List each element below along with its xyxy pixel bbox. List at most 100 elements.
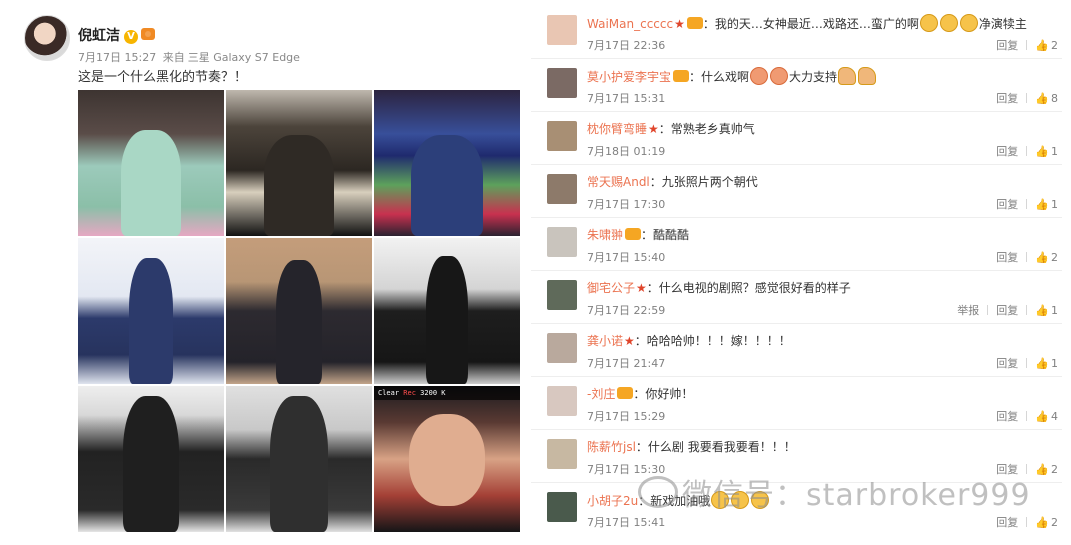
star-icon: ★ <box>624 334 635 348</box>
commenter-name[interactable]: 陈薪竹jsl <box>587 440 636 454</box>
reply-button[interactable]: 回复 <box>996 90 1018 106</box>
comment-text: ：我的天…女神最近…戏路还…蛮广的啊 <box>702 17 919 31</box>
comment-item: 常天赐Andl：九张照片两个朝代 7月17日 17:30 回复 👍 1 <box>531 164 1062 218</box>
comment-item: 龚小诺★：哈哈哈帅！！！嫁！！！！ 7月17日 21:47 回复 👍 1 <box>531 323 1062 377</box>
comment-actions: 回复 👍 1 <box>996 196 1058 212</box>
commenter-name[interactable]: 枕你臂弯睡 <box>587 122 647 136</box>
comment-item: -刘庄 ：你好帅！ 7月17日 15:29 回复 👍 4 <box>531 376 1062 430</box>
reply-button[interactable]: 回复 <box>996 355 1018 371</box>
thumbs-up-icon[interactable]: 👍 <box>1035 92 1049 105</box>
comment-content: 常天赐Andl：九张照片两个朝代 <box>587 173 758 190</box>
comment-text: ：哈哈哈帅！！！嫁！！！！ <box>634 334 791 348</box>
commenter-avatar[interactable] <box>547 439 577 469</box>
comment-item: 御宅公子★：什么电视的剧照？感觉很好看的样子 7月17日 22:59 举报 回复 👍… <box>531 270 1062 324</box>
thumbs-up-icon[interactable]: 👍 <box>1035 516 1049 529</box>
reply-button[interactable]: 回复 <box>996 143 1018 159</box>
post-date[interactable]: 7月17日 15:27 <box>78 51 156 64</box>
vip-icon <box>625 228 642 240</box>
photo-8[interactable] <box>226 386 372 532</box>
commenter-name[interactable]: 常天赐Andl <box>587 175 650 189</box>
comment-text-tail: 净演犊主 <box>978 17 1027 31</box>
sad-emoji-icon <box>919 14 938 32</box>
photo-2[interactable] <box>226 90 372 236</box>
commenter-name[interactable]: 龚小诺 <box>587 334 623 348</box>
comment-actions: 回复 👍 2 <box>996 37 1058 53</box>
star-icon: ★ <box>674 17 685 31</box>
report-button[interactable]: 举报 <box>957 302 979 318</box>
commenter-avatar[interactable] <box>547 121 577 151</box>
commenter-name[interactable]: 莫小护爱李宇宝 <box>587 70 671 84</box>
commenter-avatar[interactable] <box>547 174 577 204</box>
comment-time: 7月17日 15:40 <box>587 251 666 264</box>
star-icon: ★ <box>648 122 659 136</box>
commenter-name[interactable]: 朱啸翀 <box>587 228 623 242</box>
hud-kelvin: 3200 K <box>420 389 446 397</box>
thumbs-up-icon[interactable]: 👍 <box>1035 251 1049 264</box>
photo-9[interactable]: Clear Rec 3200 K <box>374 386 520 532</box>
like-count: 1 <box>1051 356 1058 370</box>
thumbs-up-icon[interactable]: 👍 <box>1035 198 1049 211</box>
comment-actions: 举报 回复 👍 1 <box>957 302 1058 318</box>
commenter-name[interactable]: 小胡子2u <box>587 494 638 508</box>
photo-1[interactable] <box>78 90 224 236</box>
sad-emoji-icon <box>959 14 978 32</box>
comment-text: ：九张照片两个朝代 <box>649 175 758 189</box>
reply-button[interactable]: 回复 <box>996 302 1018 318</box>
commenter-avatar[interactable] <box>547 227 577 257</box>
comment-time: 7月17日 21:47 <box>587 357 666 370</box>
author-name[interactable]: 倪虹洁 <box>78 28 120 44</box>
commenter-avatar[interactable] <box>547 280 577 310</box>
thumbs-up-icon[interactable]: 👍 <box>1035 357 1049 370</box>
photo-4[interactable] <box>78 238 224 384</box>
thumbs-up-icon[interactable]: 👍 <box>1035 410 1049 423</box>
comment-time: 7月17日 22:36 <box>587 39 666 52</box>
photo-5[interactable] <box>226 238 372 384</box>
post-text: 这是一个什么黑化的节奏？！ <box>78 70 248 85</box>
photo-3[interactable] <box>374 90 520 236</box>
reply-button[interactable]: 回复 <box>996 408 1018 424</box>
commenter-avatar[interactable] <box>547 15 577 45</box>
comment-text-tail: 大力支持 <box>789 70 838 84</box>
photo-7[interactable] <box>78 386 224 532</box>
commenter-avatar[interactable] <box>547 68 577 98</box>
comment-actions: 回复 👍 8 <box>996 90 1058 106</box>
comment-content: 龚小诺★：哈哈哈帅！！！嫁！！！！ <box>587 332 791 349</box>
commenter-name[interactable]: -刘庄 <box>587 387 615 401</box>
comment-time: 7月17日 17:30 <box>587 198 666 211</box>
reply-button[interactable]: 回复 <box>996 249 1018 265</box>
comment-time: 7月17日 15:41 <box>587 516 666 529</box>
comment-time: 7月17日 22:59 <box>587 304 666 317</box>
sad-emoji-icon <box>939 14 958 32</box>
photo-6[interactable] <box>374 238 520 384</box>
commenter-avatar[interactable] <box>547 492 577 522</box>
comment-content: 枕你臂弯睡★：常熟老乡真帅气 <box>587 120 755 137</box>
comment-content: 朱啸翀 ：酷酷酷 <box>587 226 689 243</box>
commenter-avatar[interactable] <box>547 333 577 363</box>
author-avatar[interactable] <box>24 15 70 61</box>
like-count: 1 <box>1051 144 1058 158</box>
comment-text: ：你好帅！ <box>633 387 694 401</box>
vip-icon <box>673 70 690 82</box>
like-count: 4 <box>1051 409 1058 423</box>
reply-button[interactable]: 回复 <box>996 514 1018 530</box>
thumbs-up-icon[interactable]: 👍 <box>1035 304 1049 317</box>
commenter-name[interactable]: 御宅公子 <box>587 281 635 295</box>
commenter-avatar[interactable] <box>547 386 577 416</box>
comment-item: 莫小护爱李宇宝 ：什么戏啊 大力支持 7月17日 15:31 回复 👍 8 <box>531 58 1062 112</box>
hud-clear: Clear <box>378 389 400 397</box>
reply-button[interactable]: 回复 <box>996 196 1018 212</box>
like-count: 2 <box>1051 462 1058 476</box>
hud-rec: Rec <box>403 389 416 397</box>
vip-icon <box>141 28 155 40</box>
comment-text: ：常熟老乡真帅气 <box>658 122 755 136</box>
reply-button[interactable]: 回复 <box>996 37 1018 53</box>
comment-item: 枕你臂弯睡★：常熟老乡真帅气 7月18日 01:19 回复 👍 1 <box>531 111 1062 165</box>
author-line: 倪虹洁 V <box>78 25 155 45</box>
thumbs-up-icon[interactable]: 👍 <box>1035 463 1049 476</box>
like-count: 8 <box>1051 91 1058 105</box>
thumbs-up-icon[interactable]: 👍 <box>1035 39 1049 52</box>
comment-actions: 回复 👍 1 <box>996 355 1058 371</box>
commenter-name[interactable]: WaiMan_ccccc <box>587 17 673 31</box>
like-count: 1 <box>1051 303 1058 317</box>
thumbs-up-icon[interactable]: 👍 <box>1035 145 1049 158</box>
